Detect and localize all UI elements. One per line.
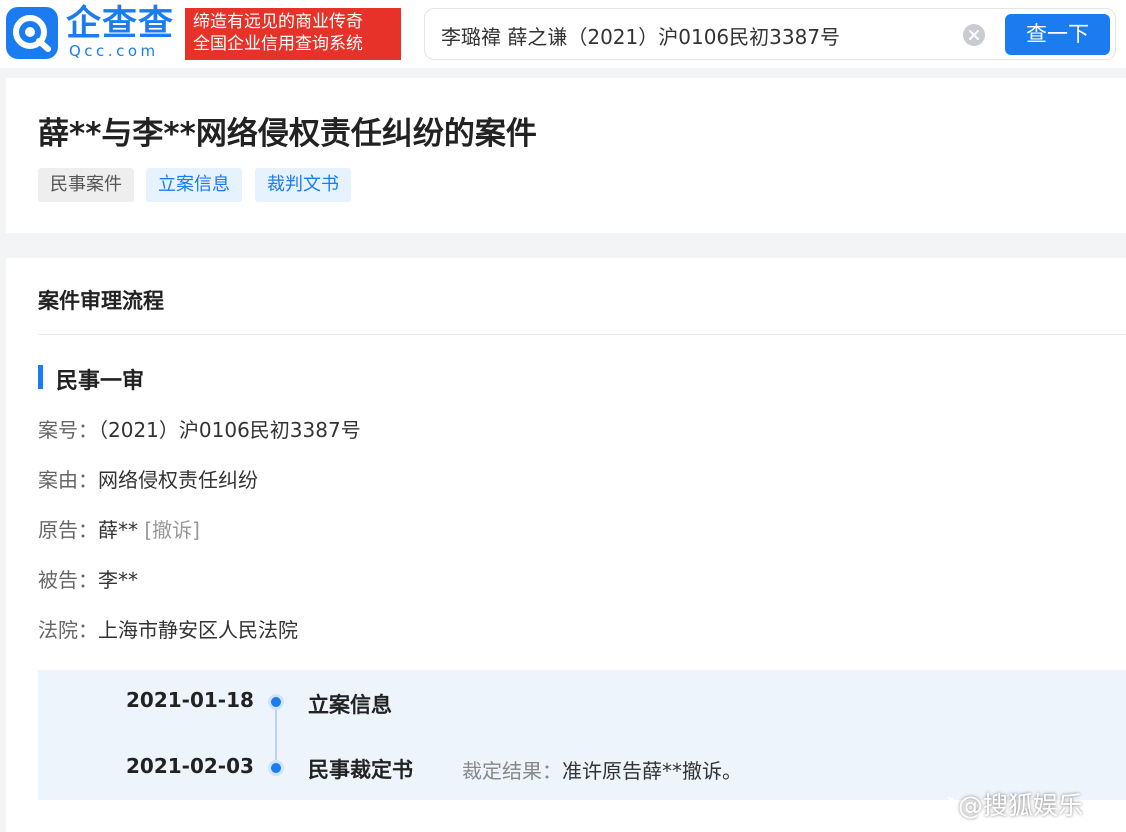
divider bbox=[38, 334, 1126, 335]
field-value: （2021）沪0106民初3387号 bbox=[98, 418, 361, 442]
sohu-watermark: @搜狐娱乐 bbox=[924, 786, 1083, 826]
case-title-card: 薛**与李**网络侵权责任纠纷的案件 民事案件 立案信息 裁判文书 bbox=[6, 78, 1126, 233]
field-value[interactable]: 薛** bbox=[98, 518, 144, 542]
stage-title: 民事一审 bbox=[56, 369, 145, 394]
timeline-event[interactable]: 民事裁定书 bbox=[308, 754, 413, 784]
search-input[interactable] bbox=[441, 21, 951, 49]
timeline-date: 2021-02-03 bbox=[126, 754, 254, 778]
withdrawn-badge: [撤诉] bbox=[144, 518, 200, 542]
field-court: 法院：上海市静安区人民法院 bbox=[38, 615, 298, 645]
tag-filing-info[interactable]: 立案信息 bbox=[146, 168, 242, 202]
slogan-line-1: 缔造有远见的商业传奇 bbox=[193, 12, 363, 32]
weibo-icon bbox=[924, 797, 956, 821]
field-label: 法院： bbox=[38, 618, 98, 642]
timeline-event[interactable]: 立案信息 bbox=[308, 689, 392, 719]
result-value: 准许原告薛**撤诉。 bbox=[562, 759, 742, 783]
field-case-number: 案号：（2021）沪0106民初3387号 bbox=[38, 415, 361, 445]
field-cause: 案由：网络侵权责任纠纷 bbox=[38, 465, 258, 495]
field-label: 原告： bbox=[38, 518, 98, 542]
clear-icon[interactable] bbox=[963, 24, 985, 46]
section-title: 案件审理流程 bbox=[38, 289, 164, 313]
case-process-card: 案件审理流程 民事一审 案号：（2021）沪0106民初3387号 案由：网络侵… bbox=[6, 258, 1126, 832]
search-button[interactable]: 查一下 bbox=[1005, 14, 1110, 55]
timeline-dot-icon bbox=[268, 760, 284, 776]
slogan-line-2: 全国企业信用查询系统 bbox=[193, 34, 363, 54]
field-label: 被告： bbox=[38, 568, 98, 592]
field-defendant: 被告：李** bbox=[38, 565, 138, 595]
field-value[interactable]: 李** bbox=[98, 568, 138, 592]
tag-judgment-docs[interactable]: 裁判文书 bbox=[255, 168, 351, 202]
timeline-result: 裁定结果：准许原告薛**撤诉。 bbox=[462, 755, 742, 784]
field-plaintiff: 原告：薛** [撤诉] bbox=[38, 515, 200, 545]
top-header: 企查查 Qcc.com 缔造有远见的商业传奇 全国企业信用查询系统 查一下 bbox=[0, 0, 1126, 68]
case-timeline: 2021-01-18 立案信息 2021-02-03 民事裁定书 裁定结果：准许… bbox=[38, 670, 1126, 800]
timeline-dot-icon bbox=[268, 694, 284, 710]
watermark-text: @搜狐娱乐 bbox=[958, 791, 1084, 820]
logo-text[interactable]: 企查查 bbox=[66, 4, 184, 44]
qcc-logo-icon[interactable] bbox=[6, 7, 58, 59]
field-value[interactable]: 上海市静安区人民法院 bbox=[98, 618, 298, 642]
field-label: 案号： bbox=[38, 418, 98, 442]
field-label: 案由： bbox=[38, 468, 98, 492]
field-value: 网络侵权责任纠纷 bbox=[98, 468, 258, 492]
case-title: 薛**与李**网络侵权责任纠纷的案件 bbox=[38, 116, 537, 152]
result-label: 裁定结果： bbox=[462, 759, 562, 783]
tag-civil-case: 民事案件 bbox=[38, 168, 134, 202]
slogan-banner: 缔造有远见的商业传奇 全国企业信用查询系统 bbox=[185, 8, 401, 60]
search-box: 查一下 bbox=[424, 8, 1116, 60]
logo-domain: Qcc.com bbox=[69, 42, 159, 60]
timeline-line bbox=[275, 702, 277, 768]
stage-accent-bar bbox=[38, 365, 43, 389]
timeline-date: 2021-01-18 bbox=[126, 688, 254, 712]
